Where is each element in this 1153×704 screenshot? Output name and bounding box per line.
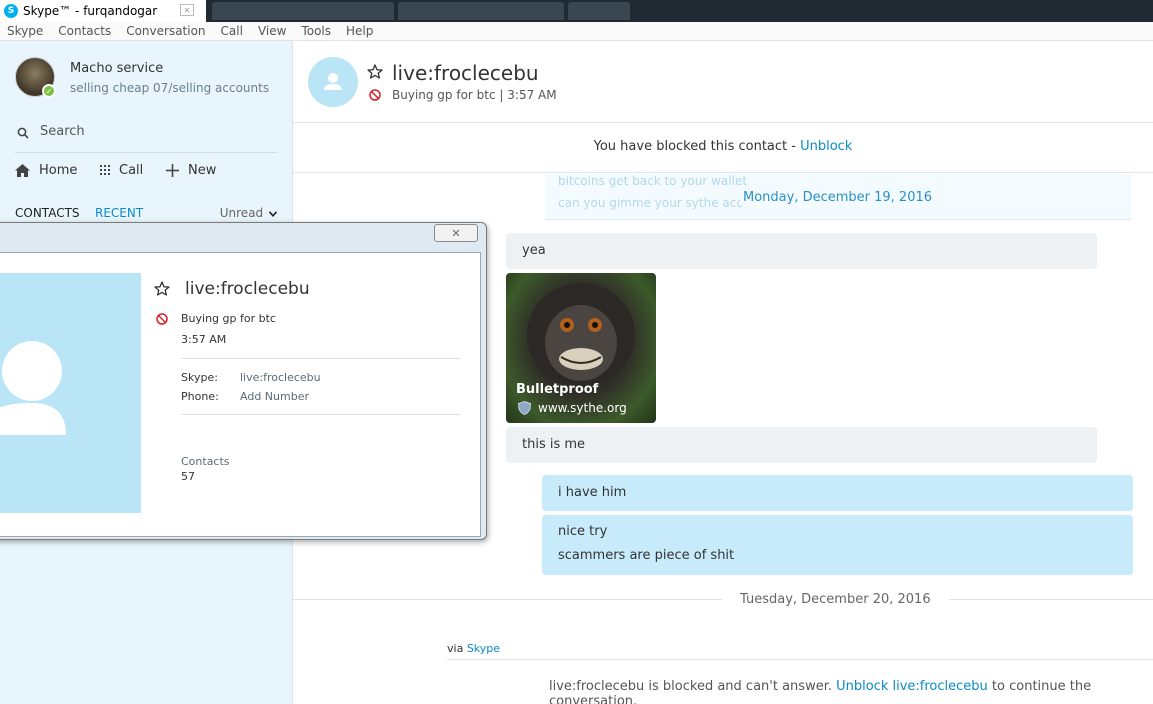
unread-filter-label: Unread: [219, 206, 264, 220]
profile-mood: selling cheap 07/selling accounts: [70, 81, 270, 95]
default-avatar-icon: [324, 73, 342, 90]
via-skype-label: via Skype: [447, 642, 500, 655]
image-title: Bulletproof: [516, 382, 599, 397]
contact-tabs: CONTACTS RECENT Unread: [15, 204, 278, 222]
tab-contacts[interactable]: CONTACTS: [15, 206, 80, 220]
contact-info-popup: ✕ live:froclecebu Buying gp for btc 3:57…: [0, 222, 487, 540]
menu-contacts[interactable]: Contacts: [58, 24, 111, 38]
tab-recent[interactable]: RECENT: [95, 206, 143, 220]
contact-avatar[interactable]: [308, 57, 358, 107]
new-button[interactable]: New: [166, 163, 216, 178]
unread-filter-dropdown[interactable]: Unread: [219, 206, 278, 220]
contacts-count-value: 57: [181, 470, 195, 483]
background-tab[interactable]: [398, 2, 564, 20]
profile-card[interactable]: ✓ Macho service selling cheap 07/selling…: [15, 57, 285, 101]
home-button[interactable]: Home: [15, 163, 77, 178]
dialpad-icon: [100, 164, 110, 175]
blocked-footer: live:froclecebu is blocked and can't ans…: [549, 679, 1153, 704]
call-label: Call: [119, 163, 144, 178]
outgoing-message[interactable]: i have him: [542, 475, 1133, 511]
faded-message-line: bitcoins get back to your wallet: [558, 174, 748, 188]
shared-image-card[interactable]: Bulletproof www.sythe.org: [506, 273, 656, 423]
menu-help[interactable]: Help: [346, 24, 373, 38]
menu-view[interactable]: View: [258, 24, 286, 38]
popup-close-button[interactable]: ✕: [434, 224, 478, 242]
phone-label: Phone:: [181, 390, 219, 403]
contact-picture: [0, 273, 141, 513]
via-text: via: [447, 642, 464, 655]
menu-skype[interactable]: Skype: [7, 24, 43, 38]
outgoing-message[interactable]: nice try scammers are piece of shit: [542, 515, 1133, 575]
popup-contact-time: 3:57 AM: [181, 333, 227, 346]
menu-call[interactable]: Call: [221, 24, 243, 38]
profile-name: Macho service: [70, 61, 164, 76]
background-tab[interactable]: [212, 2, 394, 20]
new-label: New: [188, 163, 217, 178]
search-box[interactable]: Search: [15, 121, 277, 153]
close-icon[interactable]: ✕: [180, 4, 194, 16]
popup-contact-name: live:froclecebu: [185, 279, 310, 299]
plus-icon: [166, 164, 179, 177]
skype-id-value: live:froclecebu: [240, 371, 321, 384]
search-input[interactable]: Search: [40, 124, 85, 139]
add-number-link[interactable]: Add Number: [240, 390, 309, 403]
menu-conversation[interactable]: Conversation: [126, 24, 205, 38]
blocked-icon: [369, 89, 381, 101]
nav-row: Home Call New: [15, 163, 285, 183]
blocked-notice: You have blocked this contact - Unblock: [293, 123, 1153, 173]
message-text: this is me: [522, 437, 586, 452]
close-icon: ✕: [451, 226, 461, 240]
favorite-star-icon[interactable]: [367, 64, 383, 79]
date-divider: Tuesday, December 20, 2016: [722, 592, 949, 607]
date-divider: Monday, December 19, 2016: [740, 190, 936, 205]
divider-line: [181, 358, 461, 359]
unblock-contact-link[interactable]: Unblock live:froclecebu: [836, 679, 988, 694]
home-icon: [15, 164, 30, 177]
window-title: Skype™ - furqandogar: [23, 4, 158, 18]
popup-contact-mood: Buying gp for btc: [181, 312, 276, 325]
menu-tools[interactable]: Tools: [301, 24, 331, 38]
incoming-message[interactable]: yea: [506, 233, 1097, 269]
skype-id-label: Skype:: [181, 371, 218, 384]
search-icon: [17, 127, 29, 139]
contact-status: Buying gp for btc | 3:57 AM: [392, 88, 557, 102]
incoming-message[interactable]: this is me: [506, 427, 1097, 463]
chat-header: live:froclecebu Buying gp for btc | 3:57…: [293, 41, 1153, 123]
blocked-footer-text: live:froclecebu is blocked and can't ans…: [549, 679, 837, 694]
contact-name: live:froclecebu: [392, 61, 539, 85]
background-tab[interactable]: [568, 2, 630, 20]
message-text: i have him: [558, 485, 627, 500]
contacts-count-label: Contacts: [181, 455, 230, 468]
contact-mood: Buying gp for btc: [392, 88, 496, 102]
chevron-down-icon: [268, 211, 278, 218]
shield-icon: [518, 401, 531, 415]
blocked-icon: [156, 313, 168, 325]
message-text: nice try: [558, 524, 608, 539]
divider-line: [447, 659, 1153, 660]
active-window-tab[interactable]: S Skype™ - furqandogar ✕: [0, 0, 206, 22]
default-avatar-icon: [0, 341, 66, 435]
divider-line: [181, 414, 461, 415]
image-source: www.sythe.org: [538, 401, 627, 415]
via-skype-link[interactable]: Skype: [467, 642, 500, 655]
message-text: scammers are piece of shit: [558, 548, 735, 563]
home-label: Home: [39, 163, 78, 178]
contact-time: 3:57 AM: [507, 88, 557, 102]
online-status-icon: ✓: [42, 84, 56, 98]
window-titlebar: S Skype™ - furqandogar ✕: [0, 0, 1153, 22]
skype-logo-icon: S: [4, 4, 18, 18]
popup-body: live:froclecebu Buying gp for btc 3:57 A…: [0, 252, 481, 537]
blocked-text: You have blocked this contact -: [593, 139, 801, 154]
unblock-link[interactable]: Unblock: [800, 139, 852, 154]
faded-message-line: can you gimme your sythe acc: [558, 196, 743, 210]
favorite-star-icon[interactable]: [154, 281, 170, 296]
menu-bar: Skype Contacts Conversation Call View To…: [0, 22, 1153, 41]
message-text: yea: [522, 243, 546, 258]
call-button[interactable]: Call: [100, 163, 143, 178]
